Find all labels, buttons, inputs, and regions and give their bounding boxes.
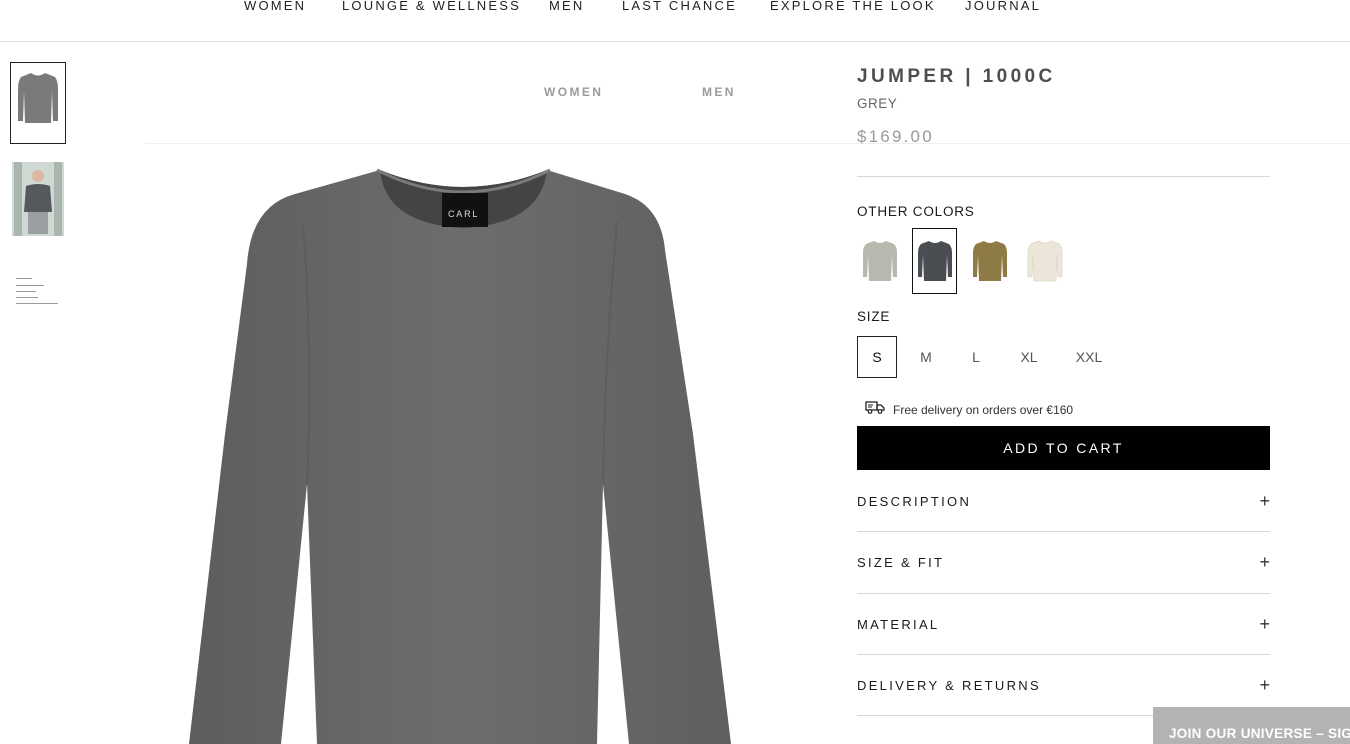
- color-swatch-light-grey[interactable]: [857, 228, 902, 294]
- thumbnail-size-guide[interactable]: [12, 272, 64, 312]
- newsletter-signup-text: JOIN OUR UNIVERSE – SIG: [1169, 726, 1350, 741]
- accordion-description-label: DESCRIPTION: [857, 493, 972, 509]
- thumbnail-model[interactable]: [12, 162, 64, 236]
- divider: [857, 654, 1270, 655]
- accordion-delivery-returns-label: DELIVERY & RETURNS: [857, 677, 1041, 693]
- jumper-illustration: [189, 168, 731, 744]
- nav-item-women[interactable]: WOMEN: [244, 0, 306, 13]
- plus-icon: +: [1259, 614, 1270, 634]
- secondary-nav: WOMEN MEN: [145, 54, 1350, 144]
- size-option-s[interactable]: S: [857, 336, 897, 378]
- nav-item-last-chance[interactable]: LAST CHANCE: [622, 0, 737, 13]
- divider: [857, 176, 1270, 177]
- product-color-name: GREY: [857, 96, 898, 111]
- product-image: CARL: [145, 54, 820, 744]
- accordion-delivery-returns[interactable]: DELIVERY & RETURNS +: [857, 670, 1270, 700]
- thumbnail-front[interactable]: [10, 62, 66, 144]
- plus-icon: +: [1259, 675, 1270, 695]
- size-option-xxl[interactable]: XXL: [1068, 336, 1110, 378]
- plus-icon: +: [1259, 491, 1270, 511]
- nav-item-men[interactable]: MEN: [549, 0, 585, 13]
- size-option-l[interactable]: L: [958, 336, 994, 378]
- newsletter-signup-tab[interactable]: JOIN OUR UNIVERSE – SIG: [1153, 707, 1350, 744]
- delivery-text: Free delivery on orders over €160: [893, 402, 1074, 417]
- color-swatch-cream[interactable]: [1022, 228, 1067, 294]
- add-to-cart-button[interactable]: ADD TO CART: [857, 426, 1270, 470]
- nav-item-lounge-wellness[interactable]: LOUNGE & WELLNESS: [342, 0, 521, 13]
- size-option-xl[interactable]: XL: [1010, 336, 1048, 378]
- delivery-note: Free delivery on orders over €160: [865, 399, 1073, 420]
- size-option-m[interactable]: M: [908, 336, 944, 378]
- other-colors-label: OTHER COLORS: [857, 204, 975, 219]
- color-swatch-olive[interactable]: [967, 228, 1012, 294]
- accordion-material-label: MATERIAL: [857, 616, 940, 632]
- accordion-material[interactable]: MATERIAL +: [857, 609, 1270, 639]
- top-nav: WOMEN LOUNGE & WELLNESS MEN LAST CHANCE …: [0, 0, 1350, 42]
- secondary-nav-women[interactable]: WOMEN: [544, 85, 603, 99]
- accordion-size-fit-label: SIZE & FIT: [857, 554, 945, 570]
- accordion-description[interactable]: DESCRIPTION +: [857, 486, 1270, 516]
- size-label: SIZE: [857, 309, 891, 324]
- divider: [857, 593, 1270, 594]
- secondary-nav-men[interactable]: MEN: [702, 85, 736, 99]
- product-title: JUMPER | 1000C: [857, 66, 1056, 87]
- nav-item-journal[interactable]: JOURNAL: [965, 0, 1041, 13]
- truck-icon: [865, 399, 885, 420]
- nav-item-explore-the-look[interactable]: EXPLORE THE LOOK: [770, 0, 936, 13]
- color-swatch-dark-grey[interactable]: [912, 228, 957, 294]
- plus-icon: +: [1259, 552, 1270, 572]
- product-price: $169.00: [857, 127, 934, 146]
- divider: [857, 531, 1270, 532]
- accordion-size-fit[interactable]: SIZE & FIT +: [857, 547, 1270, 577]
- jumper-brand-label: CARL: [448, 209, 480, 219]
